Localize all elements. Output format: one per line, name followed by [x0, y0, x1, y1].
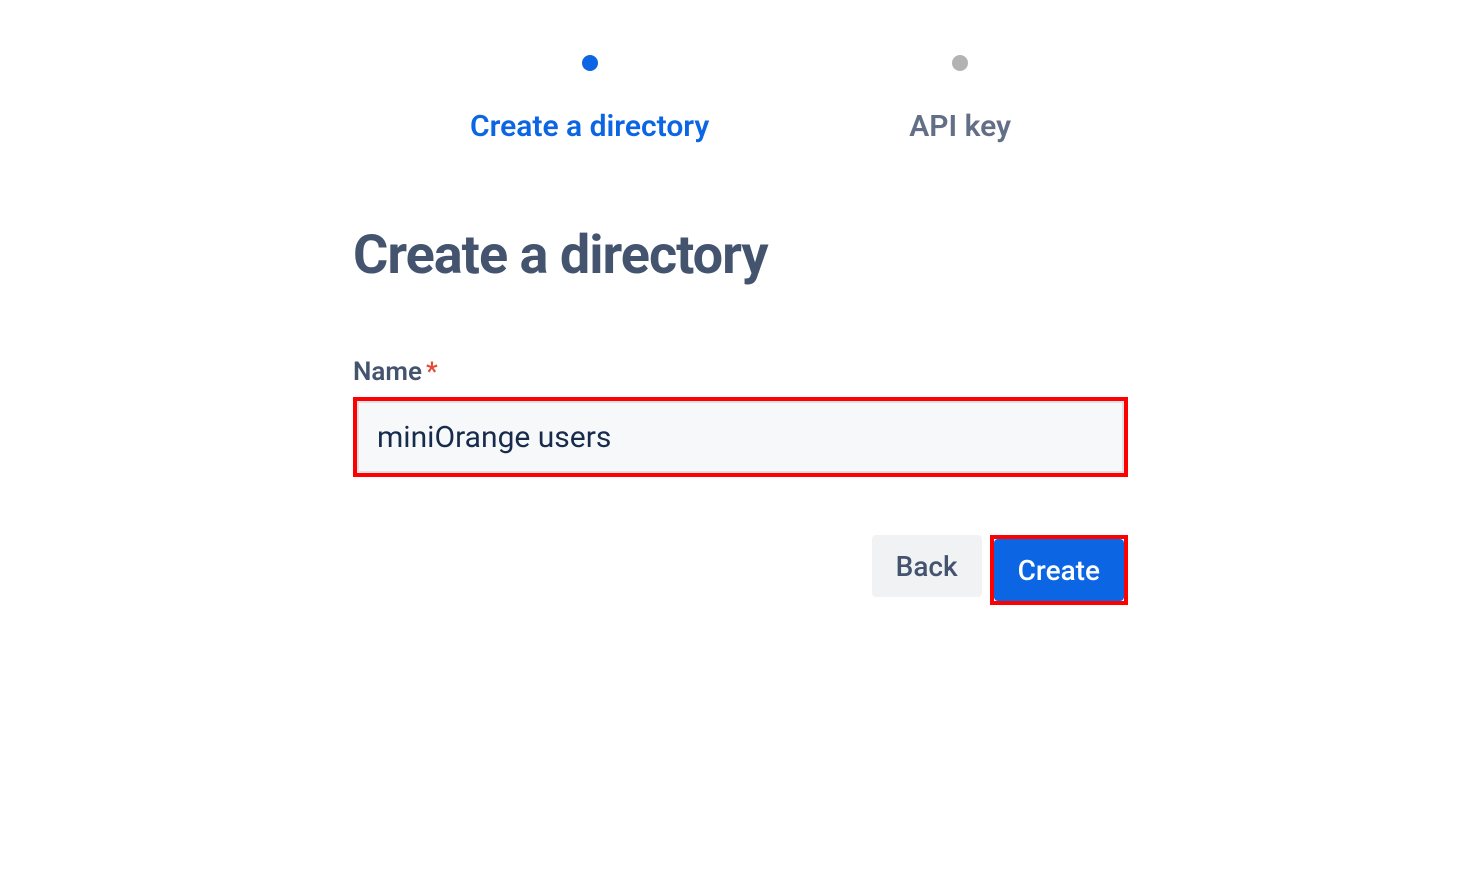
- name-field-group: Name *: [353, 357, 1128, 477]
- stepper: Create a directory API key: [0, 55, 1481, 144]
- button-row: Back Create: [353, 535, 1128, 605]
- required-asterisk: *: [426, 357, 438, 387]
- form-content: Create a directory Name * Back Create: [353, 224, 1128, 605]
- name-input[interactable]: [357, 401, 1124, 473]
- create-button[interactable]: Create: [994, 539, 1124, 601]
- highlight-frame: Create: [990, 535, 1128, 605]
- highlight-frame: [353, 397, 1128, 477]
- name-label: Name: [353, 357, 422, 387]
- step-dot-inactive: [952, 55, 968, 71]
- step-create-directory[interactable]: Create a directory: [470, 55, 709, 144]
- step-dot-active: [582, 55, 598, 71]
- step-label: API key: [909, 109, 1011, 144]
- page-title: Create a directory: [353, 224, 1128, 287]
- wizard-container: Create a directory API key Create a dire…: [0, 0, 1481, 605]
- field-label-wrap: Name *: [353, 357, 1128, 387]
- step-label: Create a directory: [470, 109, 709, 144]
- back-button[interactable]: Back: [872, 535, 982, 597]
- step-api-key[interactable]: API key: [909, 55, 1011, 144]
